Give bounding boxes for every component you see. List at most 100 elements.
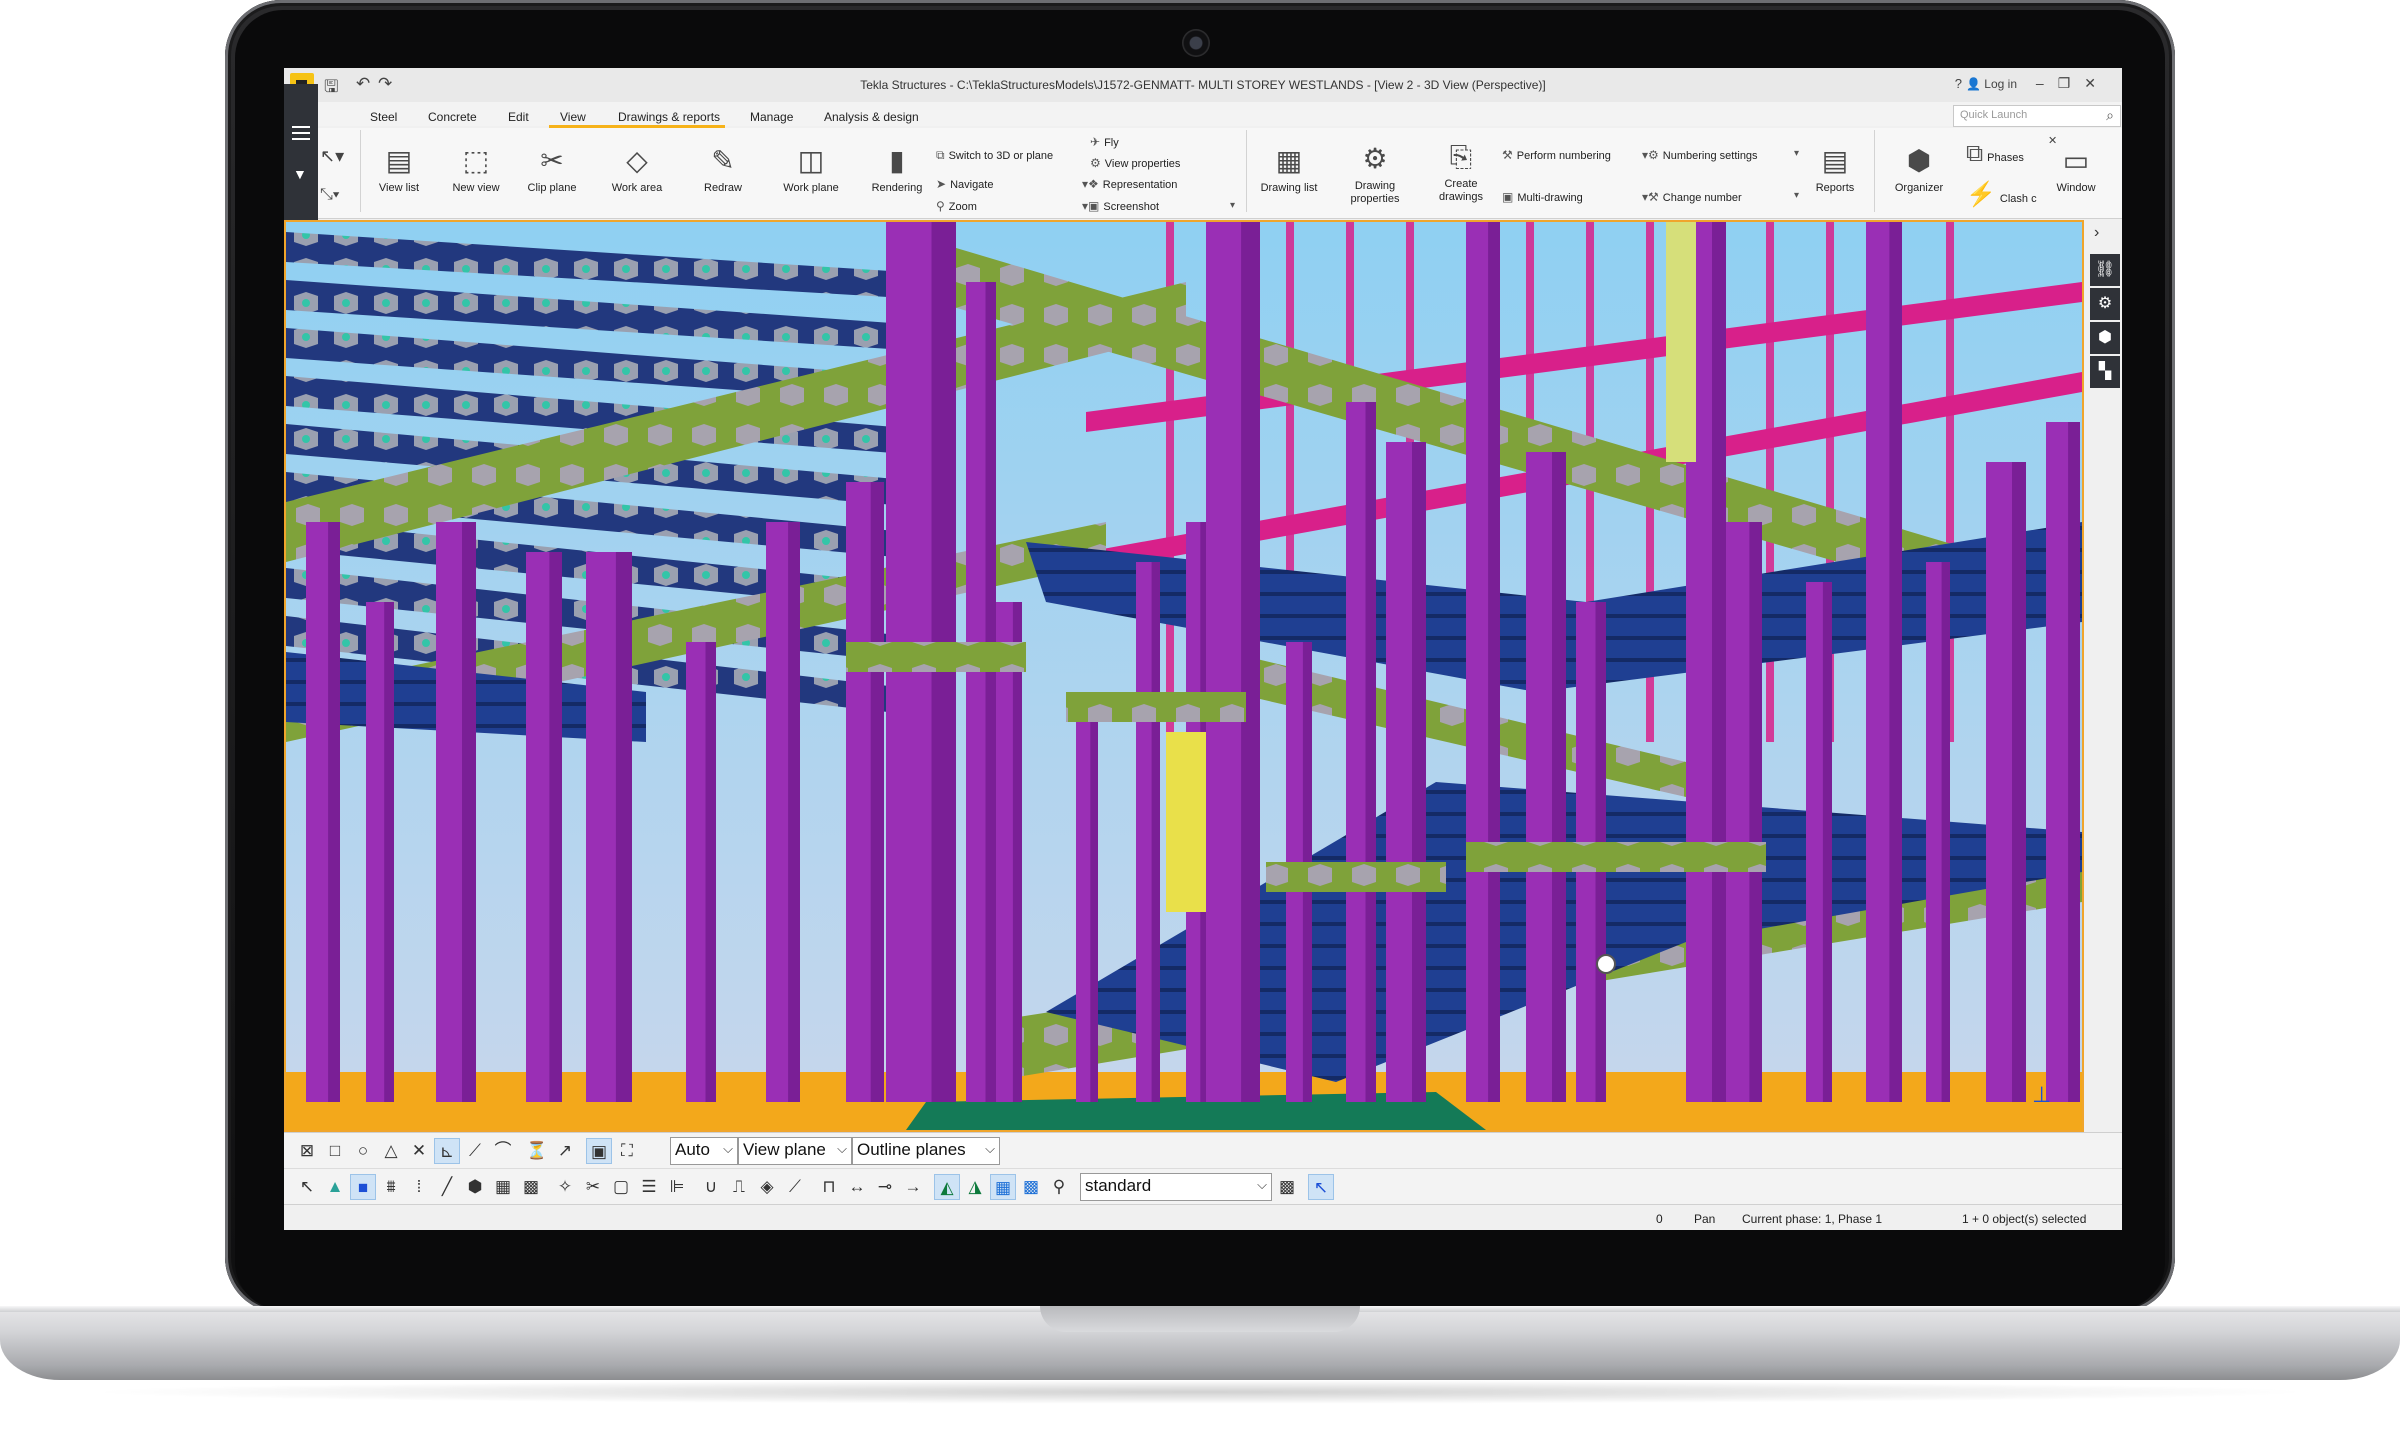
select-search-icon[interactable]: ⚲ [1046,1174,1072,1200]
snap-planes-select[interactable]: Outline planes ⌵ [852,1137,1000,1165]
select-grid-blue-icon[interactable]: ▦ [990,1174,1016,1200]
organizer-button[interactable]: ⬢ Organizer [1884,140,1954,195]
snap-perpendicular-icon[interactable]: ⊾ [434,1138,460,1164]
select-chain-icon[interactable]: ⊸ [872,1174,898,1200]
select-bolt-icon[interactable]: ☰ [636,1174,662,1200]
select-cut-icon[interactable]: ✂ [580,1174,606,1200]
snap-cross-icon[interactable]: ✕ [406,1138,432,1164]
select-arrow-right-icon[interactable]: → [900,1174,926,1200]
tab-edit[interactable]: Edit [508,110,529,124]
login-link[interactable]: 👤 Log in [1966,77,2017,91]
hamburger-icon[interactable] [292,126,310,128]
select-grid-plane-icon[interactable]: ▩ [518,1174,544,1200]
multi-drawing-button[interactable]: ▣ Multi-drawing [1502,190,1583,204]
switch-3d-button[interactable]: ⧉ Switch to 3D or plane [936,148,1053,163]
gear-icon[interactable]: ⚙ [2090,288,2120,320]
restore-icon[interactable]: ❐ [2058,75,2085,91]
representation-button[interactable]: ▾❖ Representation [1082,177,1177,191]
tab-concrete[interactable]: Concrete [428,110,477,124]
help-icon[interactable]: ? [1955,76,1962,91]
select-cube-icon[interactable]: ⬢ [462,1174,488,1200]
rendering-button[interactable]: ▮ Rendering [862,140,932,195]
screenshot-button[interactable]: ▾▣ Screenshot [1082,199,1159,213]
tab-manage[interactable]: Manage [750,110,793,124]
perform-numbering-button[interactable]: ⚒ Perform numbering [1502,148,1611,162]
cube-icon[interactable]: ⬢ [2090,322,2120,354]
select-arrow-icon[interactable]: ↖▾ [320,146,344,167]
link-icon[interactable]: ⛓ [2090,254,2120,286]
snap-triangle-icon[interactable]: △ [378,1138,404,1164]
work-area-button[interactable]: ◇ Work area [602,140,672,195]
close-icon[interactable]: ✕ [2084,75,2110,91]
filter-settings-icon[interactable]: ▩ [1274,1174,1300,1200]
snap-line-icon[interactable]: ⟋ [462,1138,488,1164]
snap-plane-select[interactable]: View plane ⌵ [738,1137,852,1165]
phases-button[interactable]: ⧉ Phases [1966,140,2024,168]
window-button[interactable]: ▭ Window [2046,140,2106,195]
select-component-icon[interactable]: ⎍ [726,1174,752,1200]
select-filter-icon[interactable]: ◭ [934,1174,960,1200]
chevron-right-icon[interactable]: › [2094,224,2099,242]
drawing-list-button[interactable]: ▦ Drawing list [1254,140,1324,195]
minimize-icon[interactable]: – [2036,75,2058,91]
dropdown-icon[interactable]: ▾ [1794,148,1799,159]
select-filter-plus-icon[interactable]: ◮ [962,1174,988,1200]
navigate-button[interactable]: ➤ Navigate [936,177,993,191]
new-view-button[interactable]: ⬚ New view [441,140,511,195]
snap-free-icon[interactable]: ⌒ [490,1138,516,1164]
select-weld-icon[interactable]: ✧ [552,1174,578,1200]
select-grid-icon[interactable]: ⩩ [378,1174,404,1200]
view-list-button[interactable]: ▤ View list [364,140,434,195]
clash-check-button[interactable]: ⚡ Clash c [1966,180,2037,209]
ribbon-expand-icon[interactable]: ▾ [1230,200,1235,211]
select-frame-icon[interactable]: ⊓ [816,1174,842,1200]
view-properties-button[interactable]: ⚙ View properties [1090,156,1180,170]
change-number-button[interactable]: ▾⚒ Change number [1642,190,1742,204]
reports-button[interactable]: ▤ Reports [1800,140,1870,195]
selection-filter-select[interactable]: standard ⌵ [1080,1173,1272,1201]
select-object-icon[interactable]: ■ [350,1174,376,1200]
snap-extension-icon[interactable]: ↗ [552,1138,578,1164]
clip-plane-button[interactable]: ✂ Clip plane [517,140,587,195]
numbering-settings-button[interactable]: ▾⚙ Numbering settings [1642,148,1758,162]
select-assembly-icon[interactable]: ▢ [608,1174,634,1200]
tab-view[interactable]: View [560,110,586,124]
snap-depth-select[interactable]: Auto ⌵ [670,1137,738,1165]
snap-midpoint-icon[interactable]: ⏳ [524,1138,550,1164]
catalog-icon[interactable]: ▚ [2090,356,2120,388]
select-pointer-icon[interactable]: ↖ [294,1174,320,1200]
select-line-icon[interactable]: ╱ [434,1174,460,1200]
work-plane-button[interactable]: ◫ Work plane [776,140,846,195]
tab-analysis-design[interactable]: Analysis & design [824,110,919,124]
chevron-down-icon[interactable]: ▼ [293,166,307,182]
create-drawings-button[interactable]: ⎘ Create drawings [1426,136,1496,204]
select-dimension-icon[interactable]: ↔ [844,1174,870,1200]
snap-circle-icon[interactable]: ○ [350,1138,376,1164]
select-mesh-icon[interactable]: ▦ [490,1174,516,1200]
select-points-icon[interactable]: ⁞ [406,1174,432,1200]
select-part-icon[interactable]: ▲ [322,1174,348,1200]
tab-drawings-reports[interactable]: Drawings & reports [618,110,720,124]
tab-steel[interactable]: Steel [370,110,397,124]
select-pointer-blue-icon[interactable]: ↖ [1308,1174,1334,1200]
select-layers-icon[interactable]: ◈ [754,1174,780,1200]
snap-square-icon[interactable]: □ [322,1138,348,1164]
snap-geometry-icon[interactable]: ⛶ [614,1138,640,1164]
quick-launch-input[interactable]: Quick Launch ⌕ [1953,105,2121,127]
fly-button[interactable]: ✈ Fly [1090,135,1119,149]
redraw-button[interactable]: ✎ Redraw [688,140,758,195]
select-measure-icon[interactable]: ⟋ [782,1174,808,1200]
select-surface-icon[interactable]: ∪ [698,1174,724,1200]
dropdown-icon[interactable]: ▾ [1794,190,1799,201]
work-area-icon: ◇ [626,145,648,176]
drawing-properties-button[interactable]: ⚙ Drawing properties [1340,138,1410,206]
select-reinforcement-icon[interactable]: ⊫ [664,1174,690,1200]
model-viewport-3d[interactable]: ⊥ [284,220,2084,1132]
snap-reference-icon[interactable]: ▣ [586,1138,612,1164]
steel-structure-model[interactable]: ⊥ [286,222,2082,1130]
window-controls[interactable]: –❐✕ [2036,75,2110,92]
zoom-button[interactable]: ⚲ Zoom [936,199,977,213]
snap-arrow-icon[interactable]: ⤡▾ [320,186,340,204]
snap-box-x-icon[interactable]: ⊠ [294,1138,320,1164]
select-grid-alt-icon[interactable]: ▩ [1018,1174,1044,1200]
